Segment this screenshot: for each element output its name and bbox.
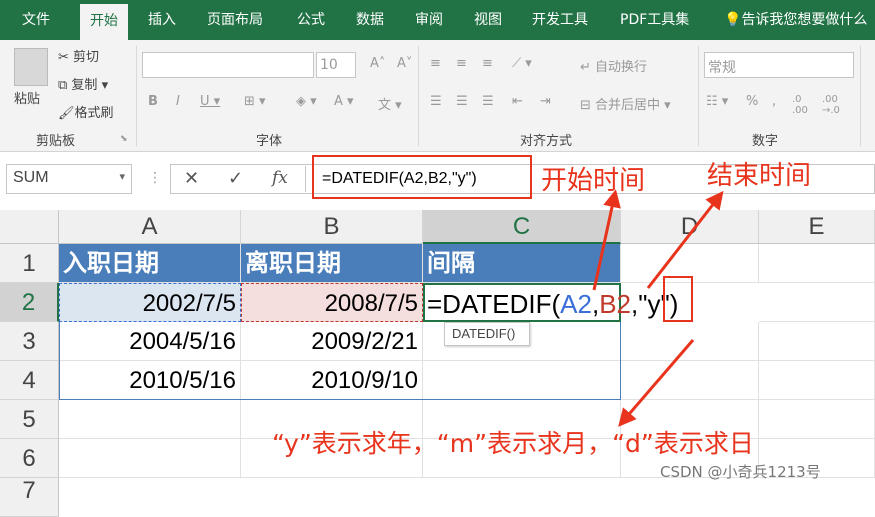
arrow-to-start [592, 189, 621, 291]
arrow-to-explain [618, 339, 695, 427]
arrow-to-end [646, 190, 724, 289]
annotation-arrows [592, 189, 724, 427]
